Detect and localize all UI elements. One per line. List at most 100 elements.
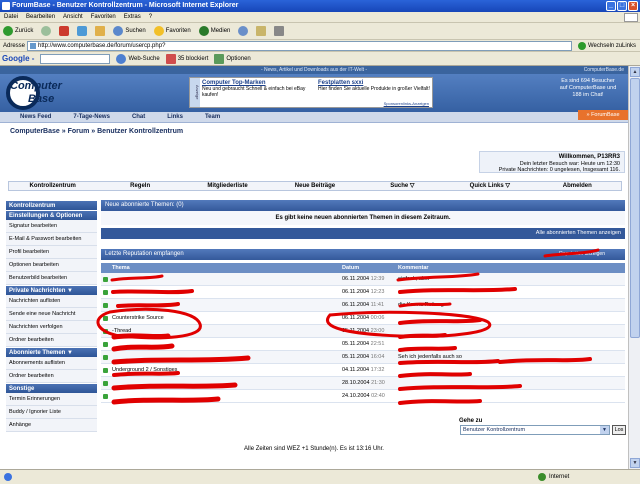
row-topic[interactable] <box>110 390 340 402</box>
nav-abmelden[interactable]: Abmelden <box>534 182 621 190</box>
favorites-button[interactable]: Favoriten <box>153 26 191 36</box>
sidebar-item-13[interactable]: Abonnements auflisten <box>6 357 97 370</box>
scroll-up-icon[interactable]: ▲ <box>630 67 640 77</box>
menu-favorites[interactable]: Favoriten <box>91 12 116 22</box>
refresh-button[interactable] <box>77 26 88 36</box>
options-icon <box>214 53 225 64</box>
sidebar-item-8[interactable]: Nachrichten auflisten <box>6 295 97 308</box>
row-date: 24.10.2004 02:40 <box>342 393 385 399</box>
home-button[interactable] <box>95 26 106 36</box>
ad-side-label: Anzeige <box>190 78 200 107</box>
reputation-action-link[interactable]: Reputation anzeigen <box>559 249 605 260</box>
nav-suche[interactable]: Suche ▽ <box>359 182 446 190</box>
links-label[interactable]: Links <box>622 40 636 52</box>
back-button[interactable]: Zurück <box>3 26 33 36</box>
row-topic[interactable] <box>110 338 340 350</box>
menu-edit[interactable]: Bearbeiten <box>26 12 55 22</box>
nav-quick-links[interactable]: Quick Links ▽ <box>446 182 533 190</box>
media-icon <box>198 26 209 36</box>
page-scrollbar[interactable]: ▲ ▼ <box>628 66 640 469</box>
print-button[interactable] <box>274 26 285 36</box>
menu-file[interactable]: Datei <box>4 12 18 22</box>
nav-7-tage-news[interactable]: 7-Tage-News <box>73 112 110 122</box>
menu-help[interactable]: ? <box>149 12 152 22</box>
row-date: 04.11.2004 17:32 <box>342 367 385 373</box>
blocker-icon <box>165 53 176 64</box>
sidebar-item-9[interactable]: Sende eine neue Nachricht <box>6 308 97 321</box>
close-button[interactable]: × <box>628 1 638 11</box>
forumbase-tab[interactable]: » ForumBase <box>578 110 628 120</box>
sidebar-item-6[interactable]: Benutzerbild bearbeiten <box>6 272 97 285</box>
show-all-subscriptions-link[interactable]: Alle abonnierten Themen anzeigen <box>101 228 625 239</box>
nav-chat[interactable]: Chat <box>132 112 145 122</box>
welcome-box: Willkommen, P13RR3 Dein letzter Besuch w… <box>479 151 625 173</box>
nav-regeln[interactable]: Regeln <box>96 182 183 190</box>
sidebar-item-14[interactable]: Ordner bearbeiten <box>6 370 97 383</box>
web-search-button[interactable]: Web-Suche <box>116 53 160 64</box>
sidebar-item-10[interactable]: Nachrichten verfolgen <box>6 321 97 334</box>
sidebar-section-7: Private Nachrichten ▼ <box>6 285 97 295</box>
sidebar-item-16[interactable]: Termin Erinnerungen <box>6 393 97 406</box>
scroll-thumb[interactable] <box>630 78 640 338</box>
row-topic[interactable]: Counterstrike Source <box>110 312 340 324</box>
row-topic[interactable]: Underground 2 / Sonstiges <box>110 364 340 376</box>
row-topic[interactable] <box>110 377 340 389</box>
menu-tools[interactable]: Extras <box>124 12 141 22</box>
go-button[interactable]: Wechseln zu <box>578 40 622 52</box>
nav-team[interactable]: Team <box>205 112 220 122</box>
search-button[interactable]: Suchen <box>113 26 146 36</box>
web-page: - News, Artikel und Downloads aus der IT… <box>0 66 628 469</box>
sidebar-item-2[interactable]: Signatur bearbeiten <box>6 220 97 233</box>
media-button[interactable]: Medien <box>198 26 230 36</box>
history-button[interactable] <box>238 26 249 36</box>
google-toolbar: Google - Web-Suche 35 blockiert Optionen <box>0 52 640 66</box>
row-comment <box>396 390 625 402</box>
reputation-marker <box>101 338 110 350</box>
pm-status[interactable]: Private Nachrichten: 0 ungelesen, Insges… <box>499 167 620 173</box>
google-search-input[interactable] <box>40 53 111 64</box>
scroll-down-icon[interactable]: ▼ <box>630 458 640 468</box>
goto-button[interactable]: Los <box>612 425 626 435</box>
google-options-button[interactable]: Optionen <box>214 53 251 64</box>
maximize-button[interactable]: □ <box>617 1 627 11</box>
computerbase-logo[interactable]: Computer Base <box>6 76 72 110</box>
ad-2[interactable]: Festplatten sxxi Hier finden Sie aktuell… <box>318 80 432 92</box>
row-comment <box>396 338 625 350</box>
sidebar-section-12: Abonnierte Themen ▼ <box>6 347 97 357</box>
goto-select[interactable]: Benutzer Kontrollzentrum ▼ <box>460 425 610 435</box>
row-topic[interactable] <box>110 273 340 285</box>
control-panel-sidebar: Kontrollzentrum Einstellungen & Optionen S… <box>6 200 97 432</box>
nav-news-feed[interactable]: News Feed <box>20 112 51 122</box>
nav-links[interactable]: Links <box>167 112 183 122</box>
sidebar-item-11[interactable]: Ordner bearbeiten <box>6 334 97 347</box>
menu-view[interactable]: Ansicht <box>63 12 83 22</box>
row-topic[interactable] <box>110 286 340 298</box>
sidebar-item-5[interactable]: Optionen bearbeiten <box>6 259 97 272</box>
address-input[interactable]: http://www.computerbase.de/forum/usercp.… <box>27 41 572 51</box>
row-topic[interactable]: -Thread <box>110 325 340 337</box>
sidebar-item-18[interactable]: Anhänge <box>6 419 97 432</box>
window-title: ForumBase - Benutzer Kontrollzentrum - M… <box>12 2 239 9</box>
mail-button[interactable] <box>256 26 267 36</box>
forward-button[interactable] <box>41 26 52 36</box>
reputation-header: Letzte Reputation empfangen Reputation a… <box>101 249 625 260</box>
stop-button[interactable] <box>59 26 70 36</box>
sidebar-item-4[interactable]: Profil bearbeiten <box>6 246 97 259</box>
reputation-marker <box>101 273 110 285</box>
nav-mitgliederliste[interactable]: Mitgliederliste <box>184 182 271 190</box>
sidebar-item-3[interactable]: E-Mail & Passwort bearbeiten <box>6 233 97 246</box>
breadcrumb[interactable]: ComputerBase » Forum » Benutzer Kontroll… <box>10 128 183 135</box>
ad-footer-link[interactable]: Sponsorenlinks-Anzeigen <box>384 101 429 106</box>
google-logo[interactable]: Google - <box>2 54 34 63</box>
nav-kontrollzentrum[interactable]: Kontrollzentrum <box>9 182 96 190</box>
popup-blocker-button[interactable]: 35 blockiert <box>165 53 208 64</box>
sidebar-item-17[interactable]: Buddy / Ignorier Liste <box>6 406 97 419</box>
row-topic[interactable] <box>110 351 340 363</box>
ad-1[interactable]: Computer Top-Marken Neu und gebraucht Sc… <box>202 80 316 98</box>
security-zone: Internet <box>538 470 569 484</box>
minimize-button[interactable]: _ <box>606 1 616 11</box>
row-topic[interactable] <box>110 299 340 311</box>
table-row: 06.11.2004 11:41 die Karma Rettung <box>101 299 625 312</box>
nav-neue-beitraege[interactable]: Neue Beiträge <box>271 182 358 190</box>
row-date: 05.11.2004 16:04 <box>342 354 385 360</box>
